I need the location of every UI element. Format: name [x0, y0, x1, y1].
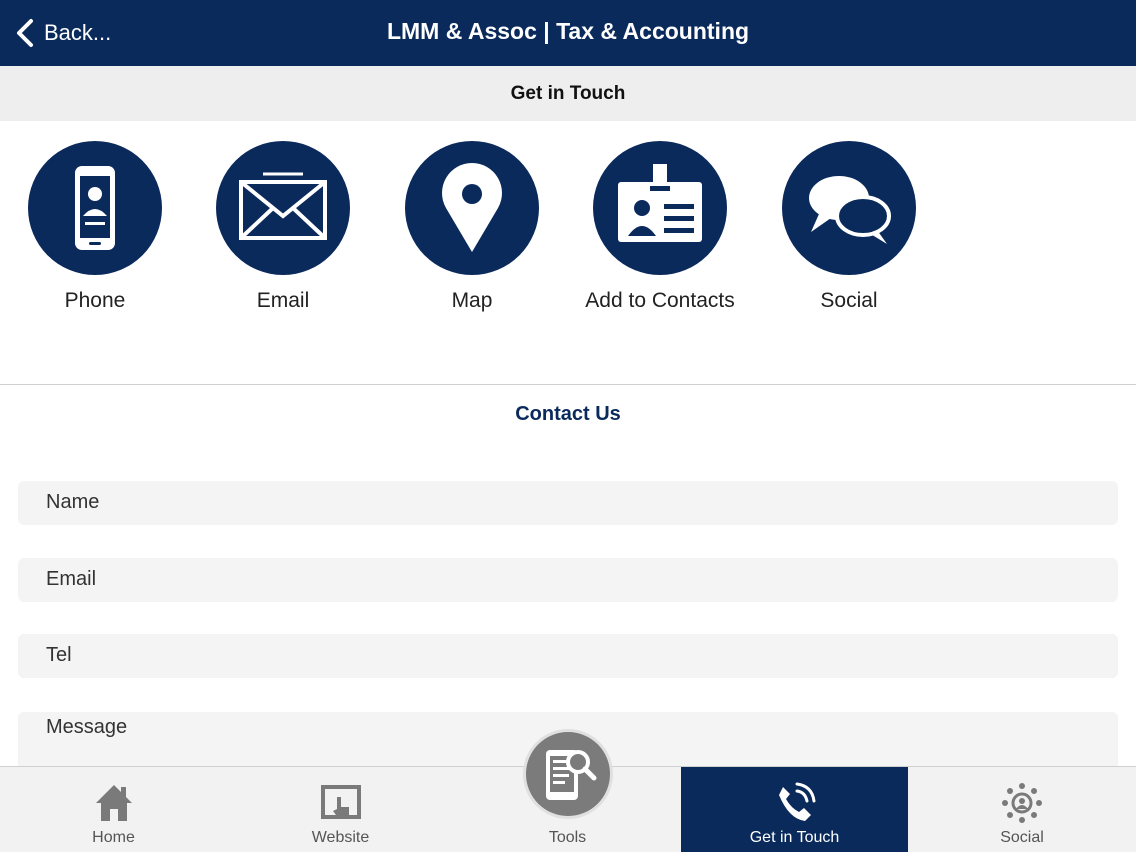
envelope-icon: [216, 141, 350, 275]
section-title: Get in Touch: [510, 83, 626, 104]
tab-get-in-touch[interactable]: Get in Touch: [681, 767, 908, 852]
phone-call-icon: [778, 782, 815, 821]
tools-button[interactable]: [523, 729, 613, 819]
tab-home-label: Home: [92, 829, 135, 846]
phone-icon: [28, 141, 162, 275]
map-action[interactable]: Map: [377, 141, 567, 313]
section-header: Get in Touch: [0, 66, 1136, 121]
phone-label: Phone: [64, 289, 126, 312]
map-label: Map: [451, 289, 493, 312]
tools-icon: [546, 750, 597, 800]
add-to-contacts-label: Add to Contacts: [585, 289, 735, 312]
contact-form-title: Contact Us: [515, 403, 621, 425]
map-pin-icon: [405, 141, 539, 275]
social-action[interactable]: Social: [754, 141, 944, 313]
phone-action[interactable]: Phone: [0, 141, 190, 313]
email-field[interactable]: Email: [18, 558, 1118, 602]
tab-tools-label: Tools: [548, 829, 587, 846]
tab-get-in-touch-label: Get in Touch: [749, 829, 840, 846]
tab-social[interactable]: Social: [908, 767, 1136, 852]
social-label: Social: [820, 289, 878, 312]
tel-field[interactable]: Tel: [18, 634, 1118, 678]
tab-website-label: Website: [311, 829, 370, 846]
tab-website[interactable]: Website: [227, 767, 454, 852]
social-network-icon: [1002, 783, 1042, 823]
add-to-contacts-action[interactable]: Add to Contacts: [565, 141, 755, 313]
name-field[interactable]: Name: [18, 481, 1118, 525]
app-title: LMM & Assoc | Tax & Accounting: [386, 18, 750, 44]
email-action[interactable]: Email: [188, 141, 378, 313]
email-label: Email: [256, 289, 310, 312]
tab-home[interactable]: Home: [0, 767, 227, 852]
website-icon: [320, 785, 361, 819]
tab-social-label: Social: [1000, 829, 1044, 846]
id-card-icon: [593, 141, 727, 275]
chat-bubbles-icon: [782, 141, 916, 275]
contact-actions: Phone Email Map Add to Contacts Social: [0, 121, 1136, 385]
top-bar: Back... LMM & Assoc | Tax & Accounting: [0, 0, 1136, 66]
divider: [0, 384, 1136, 385]
home-icon: [95, 785, 132, 821]
